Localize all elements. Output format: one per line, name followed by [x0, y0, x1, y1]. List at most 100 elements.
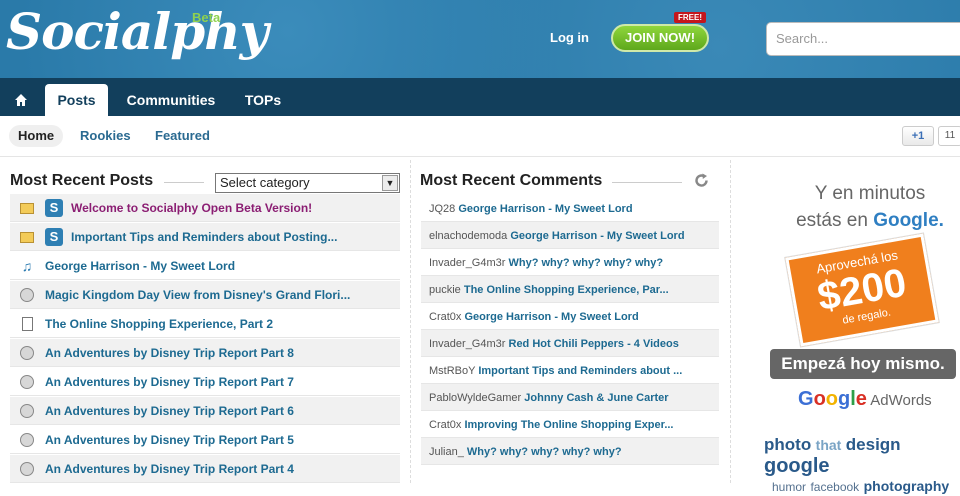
ad-cta-button[interactable]: Empezá hoy mismo.: [770, 349, 956, 379]
ad-line2a: estás en: [796, 210, 874, 231]
socialphy-icon: S: [45, 228, 63, 246]
post-row[interactable]: An Adventures by Disney Trip Report Part…: [10, 397, 400, 425]
post-title[interactable]: Magic Kingdom Day View from Disney's Gra…: [45, 288, 350, 302]
main-nav: Posts Communities TOPs: [0, 78, 960, 116]
tag-cloud: photo that design google humor facebook …: [764, 435, 960, 496]
comment-user[interactable]: puckie: [429, 284, 461, 296]
comment-user[interactable]: MstRBoY: [429, 365, 475, 377]
tag[interactable]: that: [816, 437, 842, 453]
comment-row[interactable]: PabloWyldeGamer Johnny Cash & June Carte…: [421, 384, 719, 411]
post-row[interactable]: S Important Tips and Reminders about Pos…: [10, 223, 400, 251]
chevron-down-icon: ▼: [382, 175, 398, 191]
search-input[interactable]: Search...: [766, 22, 960, 56]
comment-row[interactable]: puckie The Online Shopping Experience, P…: [421, 276, 719, 303]
post-title[interactable]: The Online Shopping Experience, Part 2: [45, 317, 273, 331]
subtab-rookies[interactable]: Rookies: [80, 125, 131, 147]
post-row[interactable]: An Adventures by Disney Trip Report Part…: [10, 368, 400, 396]
comment-user[interactable]: PabloWyldeGamer: [429, 392, 521, 404]
join-now-button[interactable]: JOIN NOW!: [611, 24, 709, 52]
refresh-icon[interactable]: [694, 173, 709, 188]
compass-icon: [19, 345, 35, 361]
comment-title[interactable]: Improving The Online Shopping Exper...: [464, 419, 673, 431]
tab-communities[interactable]: Communities: [118, 84, 224, 116]
post-title[interactable]: An Adventures by Disney Trip Report Part…: [45, 404, 294, 418]
gplus-count: 11: [938, 126, 960, 146]
ad-line1: Y en minutos: [814, 183, 926, 204]
post-title[interactable]: Important Tips and Reminders about Posti…: [71, 230, 337, 244]
post-row[interactable]: S Welcome to Socialphy Open Beta Version…: [10, 194, 400, 222]
post-title[interactable]: An Adventures by Disney Trip Report Part…: [45, 433, 294, 447]
comment-title[interactable]: The Online Shopping Experience, Par...: [464, 284, 669, 296]
title-divider: [612, 182, 682, 183]
post-row[interactable]: The Online Shopping Experience, Part 2: [10, 310, 400, 338]
google-adwords-ad[interactable]: Y en minutos estás en Google. Aprovechá …: [760, 160, 960, 494]
post-row[interactable]: An Adventures by Disney Trip Report Part…: [10, 426, 400, 454]
tag[interactable]: photography: [864, 478, 950, 494]
adwords-logo: Google AdWords: [798, 388, 932, 411]
post-title[interactable]: Welcome to Socialphy Open Beta Version!: [71, 201, 312, 215]
comment-title[interactable]: Red Hot Chili Peppers - 4 Videos: [509, 338, 679, 350]
post-title[interactable]: An Adventures by Disney Trip Report Part…: [45, 375, 294, 389]
post-row[interactable]: Magic Kingdom Day View from Disney's Gra…: [10, 281, 400, 309]
comment-user[interactable]: elnachodemoda: [429, 230, 507, 242]
subtab-featured[interactable]: Featured: [155, 125, 210, 147]
comment-user[interactable]: JQ28: [429, 203, 455, 215]
comment-user[interactable]: Invader_G4m3r: [429, 338, 505, 350]
comment-row[interactable]: Invader_G4m3r Why? why? why? why? why?: [421, 249, 719, 276]
comment-user[interactable]: Julian_: [429, 446, 464, 458]
comment-title[interactable]: George Harrison - My Sweet Lord: [464, 311, 638, 323]
category-select[interactable]: Select category ▼: [215, 173, 400, 193]
tab-posts[interactable]: Posts: [45, 84, 108, 116]
folder-icon: [19, 200, 35, 216]
comment-title[interactable]: Important Tips and Reminders about ...: [478, 365, 682, 377]
comment-row[interactable]: Crat0x George Harrison - My Sweet Lord: [421, 303, 719, 330]
comment-row[interactable]: Invader_G4m3r Red Hot Chili Peppers - 4 …: [421, 330, 719, 357]
post-title[interactable]: An Adventures by Disney Trip Report Part…: [45, 346, 294, 360]
tag[interactable]: humor: [772, 480, 806, 494]
comment-user[interactable]: Invader_G4m3r: [429, 257, 505, 269]
post-row[interactable]: ♫ George Harrison - My Sweet Lord: [10, 252, 400, 280]
ad-headline: Y en minutos estás en Google.: [785, 180, 955, 234]
compass-icon: [19, 432, 35, 448]
socialphy-icon: S: [45, 199, 63, 217]
comment-row[interactable]: MstRBoY Important Tips and Reminders abo…: [421, 357, 719, 384]
comment-title[interactable]: George Harrison - My Sweet Lord: [510, 230, 684, 242]
comments-title: Most Recent Comments: [420, 172, 603, 189]
tag[interactable]: design: [846, 435, 901, 454]
comment-user[interactable]: Crat0x: [429, 419, 461, 431]
site-logo[interactable]: Socialphy: [6, 2, 269, 61]
gplus-button[interactable]: +1: [902, 126, 934, 146]
compass-icon: [19, 287, 35, 303]
folder-icon: [19, 229, 35, 245]
post-title[interactable]: An Adventures by Disney Trip Report Part…: [45, 462, 294, 476]
search-placeholder: Search...: [776, 31, 829, 46]
comment-title[interactable]: Why? why? why? why? why?: [509, 257, 664, 269]
post-row[interactable]: An Adventures by Disney Trip Report Part…: [10, 339, 400, 367]
comment-row[interactable]: JQ28 George Harrison - My Sweet Lord: [421, 195, 719, 222]
post-row[interactable]: An Adventures by Disney Trip Report Part…: [10, 455, 400, 483]
post-title[interactable]: George Harrison - My Sweet Lord: [45, 259, 235, 273]
google-logo-text: Google: [798, 388, 867, 410]
comment-title[interactable]: Johnny Cash & June Carter: [524, 392, 668, 404]
login-link[interactable]: Log in: [550, 30, 589, 45]
compass-icon: [19, 403, 35, 419]
title-divider: [164, 182, 204, 183]
music-note-icon: ♫: [21, 258, 33, 274]
tab-tops[interactable]: TOPs: [236, 84, 290, 116]
column-divider: [410, 160, 411, 483]
ad-line2b: Google.: [873, 210, 944, 231]
compass-icon: [19, 461, 35, 477]
comment-title[interactable]: George Harrison - My Sweet Lord: [458, 203, 632, 215]
comment-row[interactable]: Crat0x Improving The Online Shopping Exp…: [421, 411, 719, 438]
tag[interactable]: google: [764, 455, 830, 477]
home-icon[interactable]: [8, 84, 34, 116]
comment-row[interactable]: elnachodemoda George Harrison - My Sweet…: [421, 222, 719, 249]
comment-row[interactable]: Julian_ Why? why? why? why? why?: [421, 438, 719, 465]
sub-nav: Home Rookies Featured: [0, 117, 960, 157]
tag[interactable]: photo: [764, 435, 811, 454]
compass-icon: [19, 374, 35, 390]
comment-user[interactable]: Crat0x: [429, 311, 461, 323]
comment-title[interactable]: Why? why? why? why? why?: [467, 446, 622, 458]
tag[interactable]: facebook: [810, 480, 859, 494]
subtab-home[interactable]: Home: [9, 125, 64, 147]
